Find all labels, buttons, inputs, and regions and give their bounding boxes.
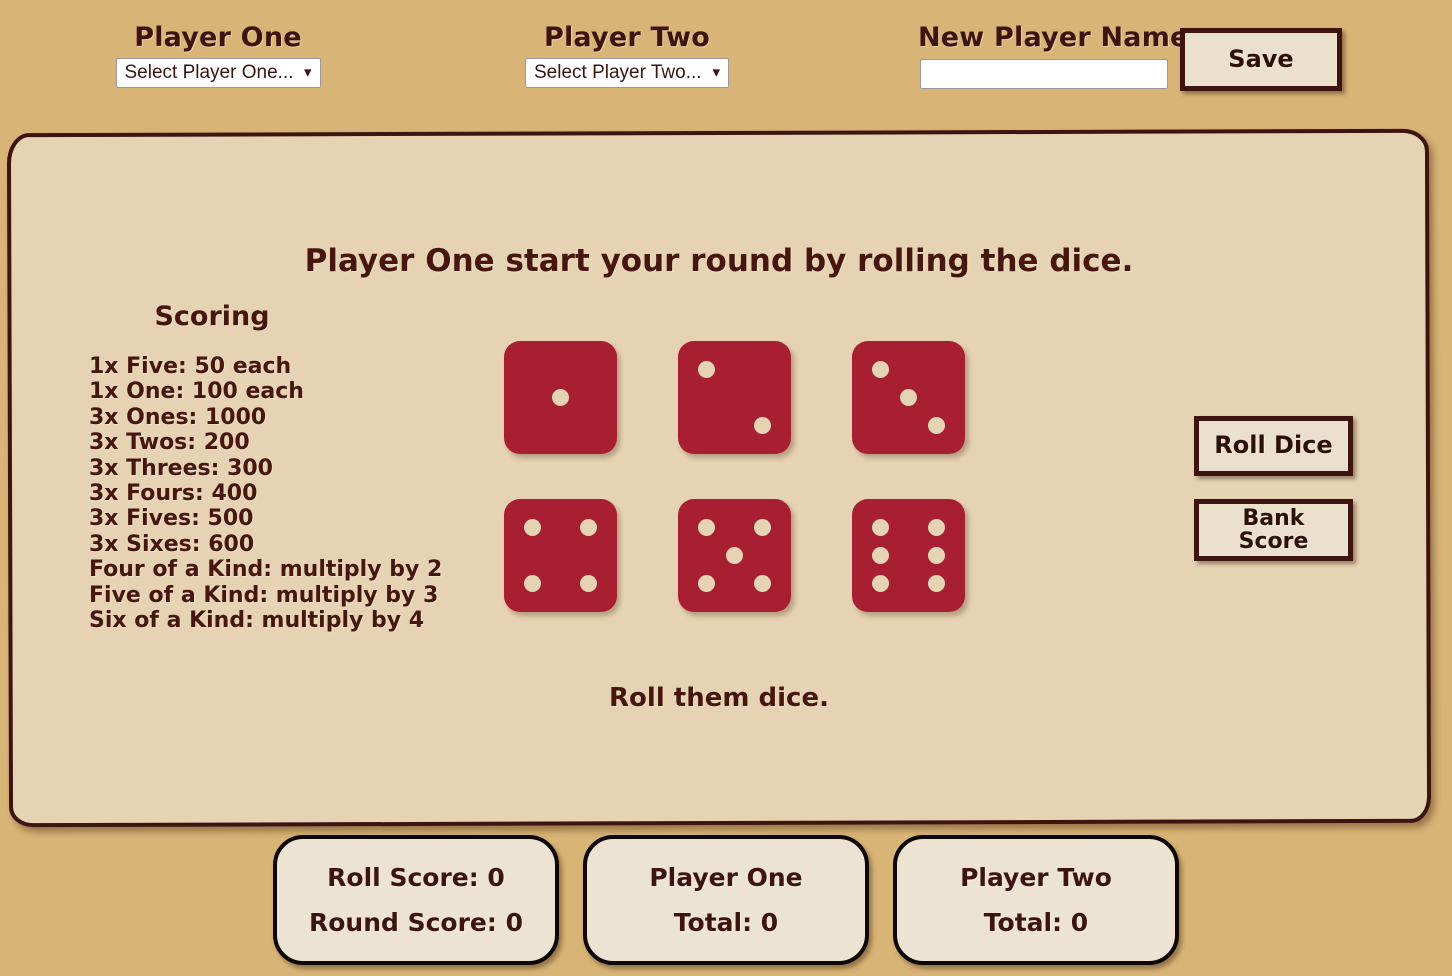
scoring-block: Scoring 1x Five: 50 each 1x One: 100 each…	[89, 301, 489, 633]
save-button[interactable]: Save	[1180, 28, 1342, 91]
scoring-rule-item: Four of a Kind: multiply by 2	[89, 557, 443, 583]
player-two-field-group: Player Two Select Player Two... ▾	[512, 22, 742, 88]
die-3[interactable]	[852, 341, 965, 454]
score-card: Player One Total: 0	[583, 835, 869, 965]
die-pip-icon	[524, 519, 542, 537]
die-5[interactable]	[678, 499, 791, 612]
score-card-line-1: Player Two	[960, 863, 1112, 892]
die-pip-icon	[872, 361, 890, 379]
scoring-rule-item: 3x Twos: 200	[89, 430, 250, 456]
new-player-name-label: New Player Name	[918, 22, 1189, 53]
die-pip-icon	[551, 388, 569, 406]
die-pip-icon	[725, 546, 743, 564]
die-pip-icon	[579, 574, 597, 592]
score-card-line-1: Roll Score: 0	[327, 863, 505, 892]
scoring-rule-item: 3x Ones: 1000	[89, 404, 267, 430]
score-card-row: Roll Score: 0 Round Score: 0 Player One Tot…	[0, 835, 1452, 965]
die-pip-icon	[872, 574, 890, 592]
die-pip-icon	[698, 519, 716, 537]
die-pip-icon	[753, 519, 771, 537]
die-2[interactable]	[678, 341, 791, 454]
die-pip-icon	[524, 574, 542, 592]
scoring-rule-item: 3x Sixes: 600	[89, 531, 255, 557]
dice-row-bottom	[504, 499, 982, 612]
scoring-rule-item: Six of a Kind: multiply by 4	[89, 608, 425, 634]
score-card-line-2: Total: 0	[673, 908, 779, 937]
turn-prompt-text: Player One start your round by rolling t…	[304, 243, 1134, 279]
bank-score-line-2: Score	[1238, 529, 1309, 554]
player-one-select-wrap[interactable]: Select Player One... ▾	[115, 53, 321, 88]
roll-status-message: Roll them dice.	[609, 683, 829, 713]
bank-score-line-1: Bank	[1242, 505, 1305, 531]
scoring-rule-item: 3x Fives: 500	[89, 506, 254, 532]
die-pip-icon	[927, 574, 945, 592]
die-pip-icon	[579, 519, 597, 537]
score-card-line-2: Total: 0	[983, 908, 1089, 937]
player-one-select[interactable]: Select Player One...	[115, 58, 321, 88]
die-pip-icon	[872, 546, 890, 564]
dice-area	[504, 341, 982, 657]
scoring-rule-item: 3x Threes: 300	[89, 455, 273, 481]
scoring-heading: Scoring	[154, 301, 270, 332]
score-card: Roll Score: 0 Round Score: 0	[273, 835, 559, 965]
die-pip-icon	[753, 574, 771, 592]
roll-dice-button-label: Roll Dice	[1214, 431, 1333, 460]
dice-row-top	[504, 341, 982, 454]
scoring-rule-item: 1x Five: 50 each	[89, 354, 292, 379]
die-4[interactable]	[504, 499, 617, 612]
die-pip-icon	[927, 546, 945, 564]
die-pip-icon	[927, 416, 945, 434]
die-6[interactable]	[852, 499, 965, 612]
save-button-label: Save	[1228, 44, 1294, 73]
player-two-select[interactable]: Select Player Two...	[525, 58, 729, 88]
new-player-field-group: New Player Name	[918, 22, 1189, 89]
die-pip-icon	[927, 519, 945, 537]
player-two-select-wrap[interactable]: Select Player Two... ▾	[525, 53, 729, 88]
scoring-rule-item: 3x Fours: 400	[89, 481, 258, 507]
die-pip-icon	[698, 361, 716, 379]
game-board-panel: Player One start your round by rolling t…	[6, 128, 1432, 828]
scoring-rule-item: 1x One: 100 each	[88, 379, 304, 405]
player-one-field-group: Player One Select Player One... ▾	[103, 22, 333, 88]
scoring-rule-item: Five of a Kind: multiply by 3	[89, 582, 439, 608]
die-pip-icon	[753, 416, 771, 434]
player-one-label: Player One	[134, 22, 302, 53]
bank-score-button[interactable]: Bank Score	[1194, 499, 1353, 561]
top-bar: Player One Select Player One... ▾ Player…	[0, 0, 1452, 110]
scoring-rule-list: 1x Five: 50 each 1x One: 100 each 3x Ones:…	[89, 354, 489, 633]
player-two-label: Player Two	[543, 22, 710, 53]
score-card-line-2: Round Score: 0	[308, 908, 523, 937]
die-pip-icon	[872, 519, 890, 537]
score-card-line-1: Player One	[649, 863, 803, 892]
score-card: Player Two Total: 0	[893, 835, 1179, 965]
die-1[interactable]	[504, 341, 617, 454]
die-pip-icon	[698, 574, 716, 592]
bank-score-button-label: Bank Score	[1238, 505, 1309, 554]
die-pip-icon	[899, 388, 917, 406]
new-player-name-input[interactable]	[920, 59, 1168, 89]
roll-dice-button[interactable]: Roll Dice	[1194, 416, 1353, 476]
